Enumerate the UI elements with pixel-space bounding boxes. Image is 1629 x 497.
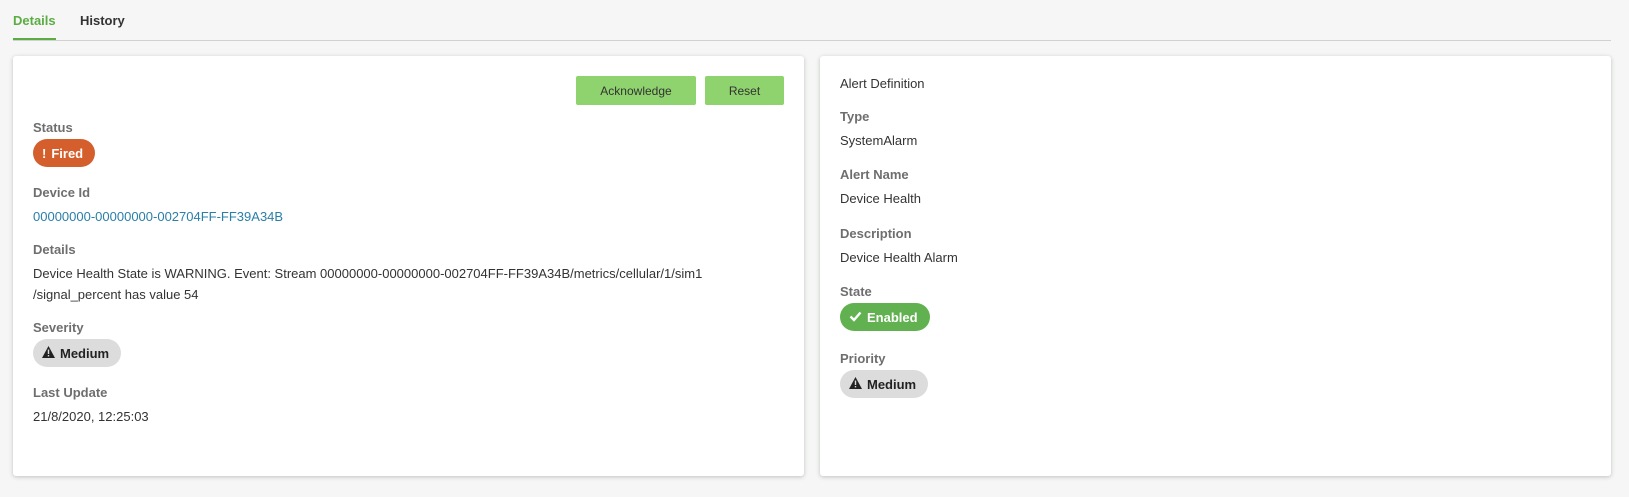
tab-details[interactable]: Details	[13, 13, 56, 40]
status-label: Status	[33, 120, 73, 135]
reset-button[interactable]: Reset	[705, 76, 784, 105]
priority-badge: Medium	[840, 370, 929, 398]
state-label: State	[840, 284, 872, 299]
device-id-label: Device Id	[33, 185, 91, 200]
alert-name-label: Alert Name	[840, 167, 909, 182]
warning-icon	[849, 376, 862, 392]
details-field: Details Device Health State is WARNING. …	[33, 242, 773, 305]
last-update-label: Last Update	[33, 385, 108, 400]
check-icon	[849, 310, 862, 325]
device-id-link[interactable]: 00000000-00000000-002704FF-FF39A34B	[33, 209, 283, 224]
severity-badge: Medium	[33, 339, 122, 367]
device-id-field: Device Id 00000000-00000000-002704FF-FF3…	[33, 185, 283, 227]
alert-details-card: Acknowledge Reset Status ! Fired Device …	[13, 56, 804, 476]
severity-value: Medium	[60, 345, 110, 361]
warning-icon	[42, 345, 55, 361]
type-label: Type	[840, 109, 870, 124]
status-value: Fired	[51, 145, 84, 161]
priority-value: Medium	[867, 376, 917, 392]
type-value: SystemAlarm	[840, 133, 918, 148]
description-value: Device Health Alarm	[840, 250, 958, 265]
tab-history[interactable]: History	[80, 13, 125, 40]
details-line-1: Device Health State is WARNING. Event: S…	[33, 266, 703, 281]
details-label: Details	[33, 242, 76, 257]
last-update-value: 21/8/2020, 12:25:03	[33, 409, 149, 424]
state-badge: Enabled	[840, 303, 930, 331]
status-field: Status ! Fired	[33, 120, 96, 167]
priority-label: Priority	[840, 351, 886, 366]
details-line-2: /signal_percent has value 54	[33, 287, 199, 302]
state-value: Enabled	[867, 309, 918, 325]
status-badge: ! Fired	[33, 139, 96, 167]
alert-definition-card: Alert Definition Type SystemAlarm Alert …	[820, 56, 1611, 476]
description-label: Description	[840, 226, 912, 241]
exclamation-icon: !	[42, 145, 47, 161]
alert-name-field: Alert Name Device Health	[840, 167, 921, 209]
description-field: Description Device Health Alarm	[840, 226, 958, 268]
type-field: Type SystemAlarm	[840, 109, 917, 151]
last-update-field: Last Update 21/8/2020, 12:25:03	[33, 385, 149, 427]
details-value: Device Health State is WARNING. Event: S…	[33, 263, 773, 305]
tab-bar: Details History	[13, 0, 1611, 41]
acknowledge-button[interactable]: Acknowledge	[576, 76, 696, 105]
alert-definition-title: Alert Definition	[840, 76, 925, 91]
state-field: State Enabled	[840, 284, 930, 331]
alert-name-value: Device Health	[840, 191, 921, 206]
severity-field: Severity Medium	[33, 320, 122, 367]
severity-label: Severity	[33, 320, 84, 335]
priority-field: Priority Medium	[840, 351, 929, 398]
